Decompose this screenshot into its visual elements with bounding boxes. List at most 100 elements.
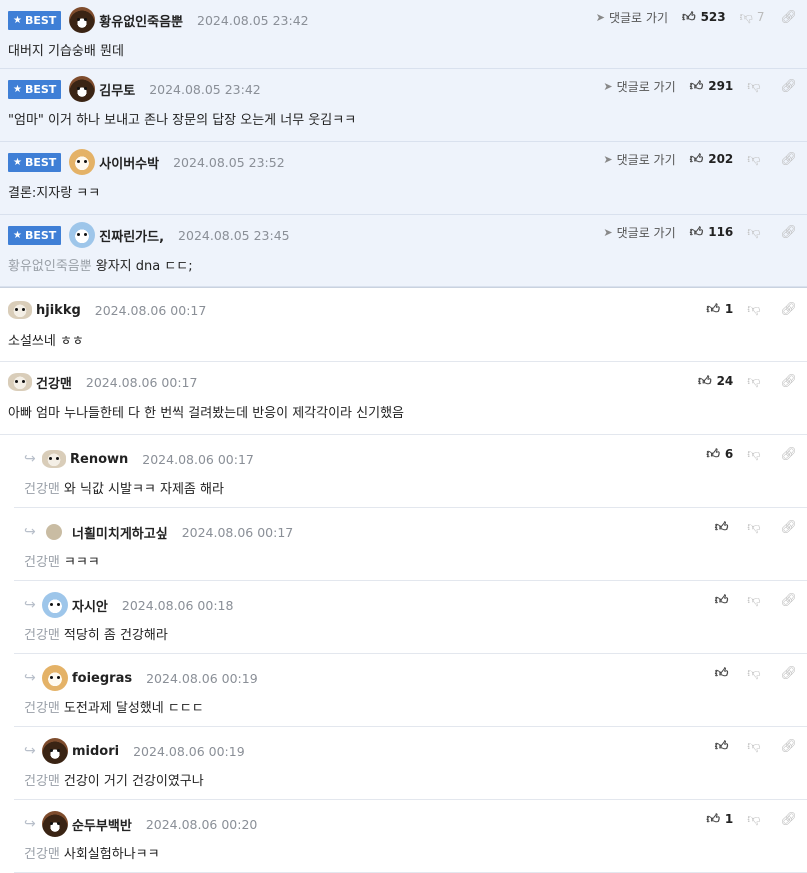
comment-text: 황유없인죽음뿐 왕자지 dna ㄷㄷ; bbox=[8, 255, 193, 274]
downvote-button[interactable]: 👎︎ bbox=[747, 593, 764, 608]
comment-actions: ➤ 댓글로 가기 👍︎ 202 👎︎ 🔗︎ bbox=[603, 150, 797, 168]
mention[interactable]: 황유없인죽음뿐 bbox=[8, 259, 92, 274]
upvote-button[interactable]: 👍︎ 24 bbox=[698, 374, 733, 389]
downvote-button[interactable]: 👎︎ bbox=[747, 812, 764, 827]
nickname[interactable]: Renown bbox=[70, 452, 128, 467]
comment-date: 2024.08.06 00:19 bbox=[133, 743, 245, 759]
upvote-button[interactable]: 👍︎ 523 bbox=[682, 10, 726, 25]
nickname[interactable]: 황유없인죽음뿐 bbox=[99, 11, 183, 30]
nickname[interactable]: midori bbox=[72, 744, 119, 759]
upvote-button[interactable]: 👍︎ 1 bbox=[706, 812, 733, 827]
goto-comment-link[interactable]: ➤ 댓글로 가기 bbox=[603, 151, 675, 168]
downvote-button[interactable]: 👎︎ bbox=[747, 520, 764, 535]
send-arrow-icon: ➤ bbox=[603, 152, 613, 166]
nickname[interactable]: 김무토 bbox=[99, 80, 135, 99]
downvote-button[interactable]: 👎︎ bbox=[747, 739, 764, 754]
upvote-button[interactable]: 👍︎ bbox=[715, 739, 734, 754]
upvote-count: 1 bbox=[724, 302, 734, 316]
upvote-count: 523 bbox=[700, 10, 726, 24]
thumbs-up-icon: 👍︎ bbox=[681, 9, 696, 25]
mention[interactable]: 건강맨 bbox=[24, 482, 60, 497]
reply-comment: ↪ Renown 2024.08.06 00:17 👍︎ 6 👎︎ 🔗︎ 건강맨 와… bbox=[14, 435, 807, 508]
downvote-button[interactable]: 👎︎ 7 bbox=[740, 10, 765, 25]
mention[interactable]: 건강맨 bbox=[24, 555, 60, 570]
thumbs-up-icon: 👍︎ bbox=[706, 811, 720, 827]
best-badge-label: BEST bbox=[24, 82, 57, 96]
goto-comment-link[interactable]: ➤ 댓글로 가기 bbox=[603, 224, 675, 241]
upvote-button[interactable]: 👍︎ 1 bbox=[706, 302, 733, 317]
downvote-button[interactable]: 👎︎ bbox=[747, 447, 764, 462]
link-icon[interactable]: 🔗︎ bbox=[780, 10, 797, 25]
comment-header: ★ BEST 사이버수박 2024.08.05 23:52 bbox=[8, 149, 285, 175]
upvote-button[interactable]: 👍︎ 202 bbox=[690, 152, 734, 167]
link-icon[interactable]: 🔗︎ bbox=[780, 593, 797, 608]
link-icon[interactable]: 🔗︎ bbox=[780, 739, 797, 754]
nickname[interactable]: foiegras bbox=[72, 671, 132, 686]
comment-header: ↪ foiegras 2024.08.06 00:19 bbox=[24, 665, 258, 691]
nickname[interactable]: 사이버수박 bbox=[99, 153, 159, 172]
downvote-button[interactable]: 👎︎ bbox=[747, 374, 764, 389]
comment-date: 2024.08.06 00:17 bbox=[181, 524, 294, 540]
comment-body: 와 닉값 시발ㅋㅋ 자제좀 해라 bbox=[63, 482, 224, 497]
avatar[interactable] bbox=[69, 7, 96, 33]
comment-header: ★ BEST 김무토 2024.08.05 23:42 bbox=[8, 76, 261, 102]
goto-comment-link[interactable]: ➤ 댓글로 가기 bbox=[603, 78, 675, 95]
thumbs-down-icon: 👎︎ bbox=[747, 224, 761, 240]
comment: hjikkg 2024.08.06 00:17 👍︎ 1 👎︎ 🔗︎ 소설쓰네 ㅎ… bbox=[0, 290, 807, 362]
avatar[interactable] bbox=[42, 738, 68, 764]
link-icon[interactable]: 🔗︎ bbox=[780, 374, 797, 389]
comment-header: ↪ midori 2024.08.06 00:19 bbox=[24, 738, 245, 764]
mention[interactable]: 건강맨 bbox=[24, 628, 60, 643]
avatar[interactable] bbox=[8, 373, 32, 391]
goto-comment-link[interactable]: ➤ 댓글로 가기 bbox=[596, 9, 668, 26]
comment-header: ↪ 너흴미치게하고싶 2024.08.06 00:17 bbox=[24, 520, 293, 544]
upvote-button[interactable]: 👍︎ 291 bbox=[690, 79, 734, 94]
avatar[interactable] bbox=[42, 450, 66, 468]
mention[interactable]: 건강맨 bbox=[24, 847, 60, 862]
avatar[interactable] bbox=[8, 301, 32, 319]
avatar[interactable] bbox=[46, 524, 62, 540]
mention[interactable]: 건강맨 bbox=[24, 701, 60, 716]
nickname[interactable]: 자시안 bbox=[72, 596, 108, 615]
downvote-button[interactable]: 👎︎ bbox=[747, 302, 764, 317]
link-icon[interactable]: 🔗︎ bbox=[780, 666, 797, 681]
avatar[interactable] bbox=[69, 222, 96, 248]
link-icon[interactable]: 🔗︎ bbox=[780, 520, 797, 535]
link-icon[interactable]: 🔗︎ bbox=[780, 79, 797, 94]
link-icon[interactable]: 🔗︎ bbox=[780, 225, 797, 240]
link-icon[interactable]: 🔗︎ bbox=[780, 302, 797, 317]
nickname[interactable]: hjikkg bbox=[36, 303, 81, 318]
comment-text: 건강맨 ㅋㅋㅋ bbox=[24, 551, 100, 570]
thumbs-down-icon: 👎︎ bbox=[747, 373, 761, 389]
link-icon[interactable]: 🔗︎ bbox=[780, 152, 797, 167]
nickname[interactable]: 진짜린가드, bbox=[99, 226, 164, 245]
downvote-button[interactable]: 👎︎ bbox=[747, 152, 764, 167]
upvote-button[interactable]: 👍︎ 6 bbox=[706, 447, 733, 462]
reply-comment: ↪ midori 2024.08.06 00:19 👍︎ 👎︎ 🔗︎ 건강맨 건강… bbox=[14, 727, 807, 800]
nickname[interactable]: 너흴미치게하고싶 bbox=[72, 523, 168, 542]
upvote-button[interactable]: 👍︎ bbox=[715, 593, 734, 608]
upvote-button[interactable]: 👍︎ bbox=[715, 520, 734, 535]
avatar[interactable] bbox=[42, 665, 68, 691]
star-icon: ★ bbox=[13, 156, 22, 168]
nickname[interactable]: 순두부백반 bbox=[72, 815, 132, 834]
avatar[interactable] bbox=[42, 592, 68, 618]
nickname[interactable]: 건강맨 bbox=[36, 373, 72, 392]
avatar[interactable] bbox=[69, 149, 96, 175]
downvote-button[interactable]: 👎︎ bbox=[747, 666, 764, 681]
avatar[interactable] bbox=[42, 811, 68, 837]
upvote-button[interactable]: 👍︎ 116 bbox=[690, 225, 734, 240]
reply-comment: ↪ 순두부백반 2024.08.06 00:20 👍︎ 1 👎︎ 🔗︎ 건강맨 사회… bbox=[14, 800, 807, 873]
downvote-button[interactable]: 👎︎ bbox=[747, 79, 764, 94]
avatar[interactable] bbox=[69, 76, 96, 102]
link-icon[interactable]: 🔗︎ bbox=[780, 812, 797, 827]
mention[interactable]: 건강맨 bbox=[24, 774, 60, 789]
link-icon[interactable]: 🔗︎ bbox=[780, 447, 797, 462]
upvote-count: 6 bbox=[724, 447, 734, 461]
thumbs-up-icon: 👍︎ bbox=[706, 301, 720, 317]
comment-header: ★ BEST 진짜린가드, 2024.08.05 23:45 bbox=[8, 222, 290, 248]
upvote-button[interactable]: 👍︎ bbox=[715, 666, 734, 681]
comment-text: 건강맨 사회실험하나ㅋㅋ bbox=[24, 843, 160, 862]
goto-comment-label: 댓글로 가기 bbox=[616, 79, 676, 94]
downvote-button[interactable]: 👎︎ bbox=[747, 225, 764, 240]
